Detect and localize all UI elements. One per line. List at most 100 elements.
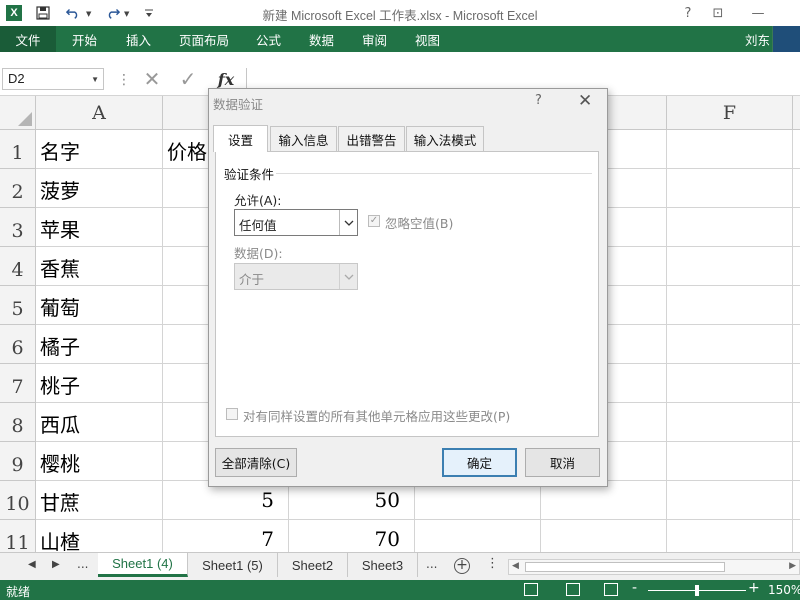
grid-cell[interactable] (667, 442, 793, 481)
zoom-in-button[interactable]: + (748, 580, 760, 596)
sheet-tab-sheet1-4[interactable]: Sheet1 (4) (98, 553, 188, 577)
grid-cell[interactable] (667, 247, 793, 286)
tab-page-layout[interactable]: 页面布局 (179, 26, 229, 52)
grid-cell[interactable] (667, 403, 793, 442)
grid-cell[interactable]: 香蕉 (36, 247, 163, 286)
dialog-help-button[interactable]: ? (535, 93, 542, 108)
apply-to-all-checkbox[interactable] (226, 408, 238, 420)
add-sheet-icon[interactable]: + (454, 558, 470, 574)
clear-all-button[interactable]: 全部清除(C) (215, 448, 297, 477)
cancel-icon[interactable]: ✕ (140, 67, 164, 91)
grid-cell[interactable]: 樱桃 (36, 442, 163, 481)
tab-data[interactable]: 数据 (309, 26, 334, 52)
select-all-corner[interactable] (0, 96, 36, 130)
normal-view-icon[interactable] (524, 583, 538, 596)
row-header[interactable]: 9 (0, 442, 36, 481)
name-box[interactable]: D2 ▼ (2, 68, 104, 90)
zoom-level[interactable]: 150% (768, 583, 800, 597)
horizontal-scrollbar[interactable]: ◀ ▶ (508, 559, 800, 575)
help-button[interactable]: ? (673, 0, 703, 26)
zoom-slider-thumb[interactable] (695, 585, 699, 596)
grid-cell[interactable] (793, 325, 800, 364)
page-layout-view-icon[interactable] (566, 583, 580, 596)
row-header[interactable]: 6 (0, 325, 36, 364)
grid-cell[interactable] (793, 481, 800, 520)
grid-cell[interactable]: 葡萄 (36, 286, 163, 325)
more-sheets-left-button[interactable]: ... (77, 557, 88, 571)
row-header[interactable]: 2 (0, 169, 36, 208)
formula-bar-grip-icon[interactable]: ⋮ (117, 72, 131, 88)
grid-cell[interactable]: 橘子 (36, 325, 163, 364)
grid-cell[interactable] (667, 286, 793, 325)
cancel-button[interactable]: 取消 (525, 448, 600, 477)
row-header[interactable]: 5 (0, 286, 36, 325)
ignore-blank-checkbox[interactable]: ✓ (368, 215, 380, 227)
avatar[interactable] (772, 26, 800, 52)
grid-cell[interactable] (667, 169, 793, 208)
formula-input[interactable] (246, 68, 800, 90)
sheet-tab-sheet3[interactable]: Sheet3 (348, 553, 418, 577)
grid-cell[interactable]: 70 (289, 520, 415, 552)
tab-file[interactable]: 文件 (0, 26, 56, 52)
grid-cell[interactable] (667, 364, 793, 403)
row-header[interactable]: 1 (0, 130, 36, 169)
scroll-right-icon[interactable]: ▶ (789, 561, 796, 571)
tab-view[interactable]: 视图 (415, 26, 440, 52)
sheet-tab-sheet2[interactable]: Sheet2 (278, 553, 348, 577)
grid-cell[interactable]: 山楂 (36, 520, 163, 552)
more-sheets-right-button[interactable]: ... (426, 557, 437, 571)
grid-cell[interactable] (667, 130, 793, 169)
column-header-g[interactable] (793, 96, 800, 130)
zoom-out-button[interactable]: - (632, 580, 637, 596)
row-header[interactable]: 3 (0, 208, 36, 247)
column-header-f[interactable]: F (667, 96, 793, 130)
grid-cell[interactable] (793, 286, 800, 325)
grid-cell[interactable]: 桃子 (36, 364, 163, 403)
grid-cell[interactable]: 7 (163, 520, 289, 552)
grid-cell[interactable] (793, 520, 800, 552)
data-select[interactable]: 介于 (234, 263, 358, 290)
chevron-down-icon[interactable] (339, 264, 357, 289)
prev-sheet-icon[interactable]: ◀ (28, 559, 36, 570)
grid-cell[interactable] (793, 169, 800, 208)
allow-select[interactable]: 任何值 (234, 209, 358, 236)
user-name[interactable]: 刘东 (745, 26, 770, 52)
grid-cell[interactable]: 甘蔗 (36, 481, 163, 520)
row-header[interactable]: 4 (0, 247, 36, 286)
page-break-view-icon[interactable] (604, 583, 618, 596)
tab-ime-mode[interactable]: 输入法模式 (406, 126, 484, 152)
scrollbar-thumb[interactable] (525, 562, 725, 572)
grid-cell[interactable]: 苹果 (36, 208, 163, 247)
ok-button[interactable]: 确定 (442, 448, 517, 477)
tab-home[interactable]: 开始 (72, 26, 97, 52)
grid-cell[interactable] (793, 130, 800, 169)
grid-cell[interactable] (793, 403, 800, 442)
row-header[interactable]: 7 (0, 364, 36, 403)
tab-error-alert[interactable]: 出错警告 (338, 126, 405, 152)
grid-cell[interactable] (667, 520, 793, 552)
grid-cell[interactable] (667, 481, 793, 520)
grid-cell[interactable] (415, 520, 541, 552)
grid-cell[interactable] (793, 247, 800, 286)
chevron-down-icon[interactable]: ▼ (91, 75, 99, 84)
column-header-a[interactable]: A (36, 96, 163, 130)
tab-insert[interactable]: 插入 (126, 26, 151, 52)
enter-icon[interactable]: ✓ (176, 67, 200, 91)
ribbon-display-options-button[interactable]: ⊡ (703, 0, 733, 26)
grid-cell[interactable] (667, 325, 793, 364)
row-header[interactable]: 8 (0, 403, 36, 442)
tab-split-grip-icon[interactable]: ⋮ (486, 556, 499, 571)
grid-cell[interactable] (793, 442, 800, 481)
row-header[interactable]: 10 (0, 481, 36, 520)
grid-cell[interactable] (541, 520, 667, 552)
next-sheet-icon[interactable]: ▶ (52, 559, 60, 570)
tab-review[interactable]: 审阅 (362, 26, 387, 52)
grid-cell[interactable]: 西瓜 (36, 403, 163, 442)
grid-cell[interactable]: 名字 (36, 130, 163, 169)
tab-input-message[interactable]: 输入信息 (270, 126, 337, 152)
close-icon[interactable]: ✕ (578, 91, 592, 111)
row-header[interactable]: 11 (0, 520, 36, 552)
chevron-down-icon[interactable] (339, 210, 357, 235)
scroll-left-icon[interactable]: ◀ (512, 561, 519, 571)
minimize-button[interactable]: — (743, 0, 773, 26)
